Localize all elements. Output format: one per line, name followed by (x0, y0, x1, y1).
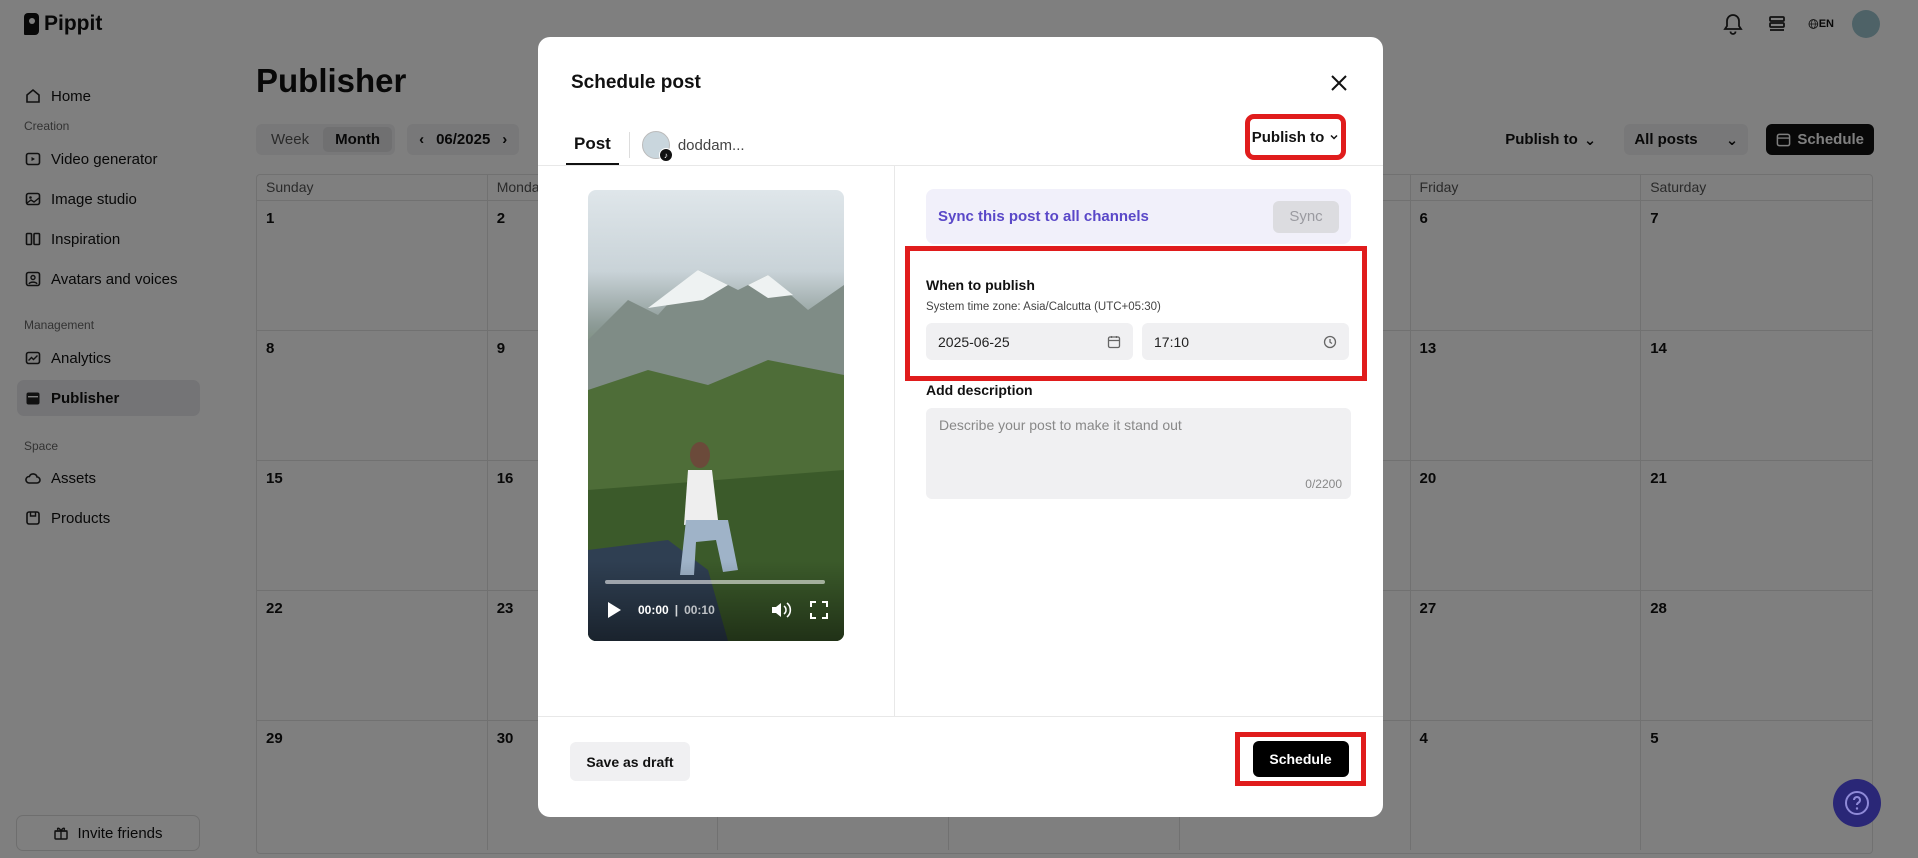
when-to-publish-section: When to publish System time zone: Asia/C… (905, 246, 1367, 381)
schedule-post-modal: Schedule post Post ♪ doddam... Publish t… (538, 37, 1383, 817)
divider (538, 165, 1383, 166)
divider (894, 166, 895, 716)
volume-icon[interactable] (770, 600, 792, 620)
save-as-draft-button[interactable]: Save as draft (570, 742, 690, 781)
close-icon[interactable] (1326, 70, 1352, 96)
channel-tabs: Post ♪ doddam... (566, 125, 745, 165)
fullscreen-icon[interactable] (810, 601, 828, 619)
schedule-button[interactable]: Schedule (1252, 741, 1349, 777)
sync-text: Sync this post to all channels (938, 208, 1149, 225)
description-input[interactable]: Describe your post to make it stand out … (926, 408, 1351, 499)
time-separator: | (674, 603, 679, 617)
divider (538, 716, 1383, 717)
when-title: When to publish (926, 277, 1035, 293)
video-preview[interactable]: 00:00 | 00:10 (588, 190, 844, 641)
timezone-text: System time zone: Asia/Calcutta (UTC+05:… (926, 301, 1161, 313)
sync-button[interactable]: Sync (1273, 200, 1339, 233)
tab-account[interactable]: ♪ doddam... (641, 131, 745, 162)
calendar-icon (1107, 335, 1121, 348)
tab-divider (628, 132, 630, 158)
question-icon (1845, 791, 1869, 815)
video-control-row: 00:00 | 00:10 (606, 597, 828, 623)
duration: 00:10 (684, 603, 715, 617)
publish-to-dropdown[interactable]: Publish to (1245, 114, 1346, 160)
description-label: Add description (926, 382, 1033, 398)
time-picker[interactable]: 17:10 (1142, 323, 1349, 360)
current-time: 00:00 (638, 603, 669, 617)
description-placeholder: Describe your post to make it stand out (939, 417, 1182, 433)
help-button[interactable] (1833, 779, 1881, 827)
tab-post[interactable]: Post (566, 125, 619, 165)
modal-title: Schedule post (571, 72, 701, 93)
schedule-highlight: Schedule (1235, 732, 1366, 786)
sync-banner: Sync this post to all channels Sync (926, 189, 1351, 244)
time-value: 17:10 (1154, 333, 1190, 350)
pippit-app: Pippit EN Home Creation Video generator (0, 0, 1918, 858)
tiktok-icon: ♪ (658, 148, 673, 162)
chevron-down-icon (1330, 134, 1338, 140)
play-icon[interactable] (606, 601, 622, 619)
date-value: 2025-06-25 (938, 333, 1010, 350)
clock-icon (1323, 335, 1337, 348)
publish-to-label: Publish to (1251, 128, 1325, 146)
video-progress-bar[interactable] (605, 580, 825, 584)
account-name: doddam... (677, 136, 745, 154)
date-picker[interactable]: 2025-06-25 (926, 323, 1133, 360)
character-count: 0/2200 (1305, 477, 1342, 491)
account-avatar: ♪ (641, 131, 673, 162)
